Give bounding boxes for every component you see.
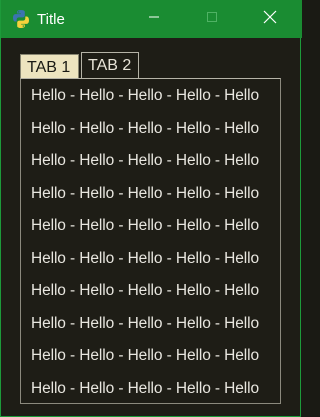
text-line: Hello - Hello - Hello - Hello - Hello [31,347,260,364]
title-bar[interactable]: Title [1,0,302,38]
close-button[interactable] [247,0,293,38]
text-line: Hello - Hello - Hello - Hello - Hello [31,249,260,267]
tab-2[interactable]: TAB 2 [81,52,139,78]
text-line: Hello - Hello - Hello - Hello - Hello [31,87,260,104]
text-line: Hello - Hello - Hello - Hello - Hello [31,217,260,234]
text-line: Hello - Hello - Hello - Hello - Hello [31,314,260,332]
text-line: Hello - Hello - Hello - Hello - Hello [31,184,260,202]
text-line: Hello - Hello - Hello - Hello - Hello [31,282,260,299]
app-window: Title TAB 1 TAB 2 Hello - Hello - Hello … [0,0,302,417]
client-area: TAB 1 TAB 2 Hello - Hello - Hello - Hell… [1,38,300,416]
text-line: Hello - Hello - Hello - Hello - Hello [31,152,260,169]
text-line: Hello - Hello - Hello - Hello - Hello [31,119,260,137]
window-title: Title [37,11,65,28]
close-icon [263,10,277,29]
python-icon [11,9,31,29]
tab-panel: Hello - Hello - Hello - Hello - Hello He… [20,78,281,404]
minimize-icon [148,10,160,28]
tab-1[interactable]: TAB 1 [20,54,79,79]
text-line: Hello - Hello - Hello - Hello - Hello [31,379,260,397]
maximize-icon [206,10,218,28]
minimize-button[interactable] [131,0,177,38]
maximize-button[interactable] [189,0,235,38]
